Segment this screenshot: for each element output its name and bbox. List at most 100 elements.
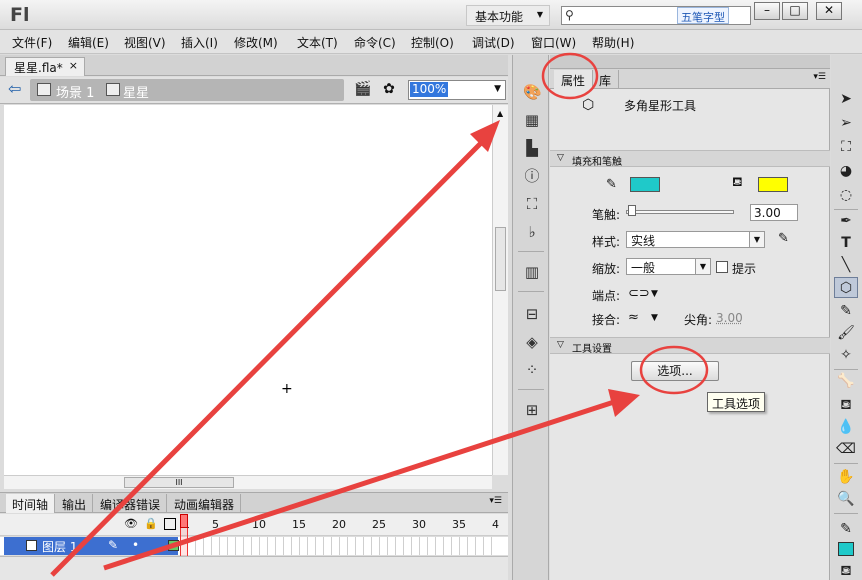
selection-tool-icon[interactable]: ➤ (834, 89, 858, 110)
transform-icon[interactable]: ⛶ (523, 195, 541, 213)
color-icon[interactable]: 🎨 (523, 83, 542, 101)
vertical-scrollbar[interactable]: ▲ (492, 105, 508, 475)
stroke-color-tool-icon[interactable]: ✎ (834, 519, 858, 540)
library-icon[interactable]: ▥ (523, 263, 541, 281)
polystar-tool-icon[interactable]: ⬡ (834, 277, 858, 298)
maximize-button[interactable]: □ (782, 2, 808, 20)
layer-row[interactable]: 图层 1 ✎ • (0, 537, 508, 555)
swatches-icon[interactable]: ▦ (523, 111, 541, 129)
properties-panel: 属性 库 ▾☰ ⬡ 多角星形工具 ▽ 填充和笔触 ✎ ⛾ 笔触: 3.00 样式… (550, 55, 830, 580)
lasso-tool-icon[interactable]: ◌ (834, 185, 858, 206)
edit-symbol-icon[interactable]: ✿ (378, 81, 400, 99)
section-tool-settings[interactable]: ▽ 工具设置 (550, 337, 830, 355)
line-tool-icon[interactable]: ╲ (834, 255, 858, 276)
eraser-tool-icon[interactable]: ⌫ (834, 439, 858, 460)
close-button[interactable]: ✕ (816, 2, 842, 20)
deco-tool-icon[interactable]: ✧ (834, 345, 858, 366)
scroll-up-icon[interactable]: ▲ (497, 109, 503, 118)
frame-track[interactable] (180, 537, 494, 555)
menu-control[interactable]: 控制(O) (411, 34, 454, 51)
components-icon[interactable]: ⊟ (523, 305, 541, 323)
zoom-select[interactable]: 100% ▼ (408, 80, 506, 100)
info-icon[interactable]: ⓘ (523, 167, 541, 185)
paint-bucket-tool-icon[interactable]: ⛾ (834, 395, 858, 416)
menu-debug[interactable]: 调试(D) (472, 34, 515, 51)
pen-tool-icon[interactable]: ✒ (834, 211, 858, 232)
tab-timeline[interactable]: 时间轴 (6, 494, 56, 513)
subselection-tool-icon[interactable]: ➢ (834, 113, 858, 134)
menu-commands[interactable]: 命令(C) (354, 34, 396, 51)
menu-edit[interactable]: 编辑(E) (68, 34, 109, 51)
menu-insert[interactable]: 插入(I) (181, 34, 218, 51)
3d-icon[interactable]: ◈ (523, 333, 541, 351)
chevron-down-icon[interactable]: ▼ (651, 311, 658, 325)
menu-window[interactable]: 窗口(W) (531, 34, 576, 51)
tab-motion-editor[interactable]: 动画编辑器 (168, 494, 242, 513)
menu-modify[interactable]: 修改(M) (234, 34, 278, 51)
scroll-thumb[interactable] (495, 227, 506, 291)
fill-color-swatch-icon[interactable] (834, 539, 858, 560)
playhead-handle[interactable] (180, 514, 188, 528)
project-icon[interactable]: ⊞ (523, 401, 541, 419)
breadcrumb-symbol[interactable]: 星星 (123, 82, 149, 101)
chevron-down-icon[interactable]: ▼ (651, 287, 658, 301)
history-icon[interactable]: ♭ (523, 223, 541, 241)
workspace-switcher[interactable]: 基本功能 ▼ (466, 5, 550, 26)
eye-icon[interactable]: 👁 (124, 518, 138, 530)
menu-text[interactable]: 文本(T) (297, 34, 338, 51)
document-tab[interactable]: 星星.fla* × (5, 57, 85, 76)
frame-number: 20 (332, 518, 346, 531)
section-fill-stroke[interactable]: ▽ 填充和笔触 (550, 150, 830, 168)
layer-color-icon[interactable] (168, 540, 179, 551)
ime-indicator[interactable]: 五笔字型 (677, 7, 729, 24)
pencil-tool-icon[interactable]: ✎ (834, 301, 858, 322)
tab-compiler-errors[interactable]: 编译器错误 (94, 494, 168, 513)
motion-icon[interactable]: ⁘ (523, 361, 541, 379)
chevron-down-icon: ▼ (536, 10, 543, 19)
minimize-button[interactable]: – (754, 2, 780, 20)
hand-tool-icon[interactable]: ✋ (834, 467, 858, 488)
3d-rotation-tool-icon[interactable]: ◕ (834, 161, 858, 182)
close-icon[interactable]: × (69, 59, 78, 72)
visibility-dot-icon[interactable]: • (132, 538, 139, 552)
brush-tool-icon[interactable]: 🖌 (834, 323, 858, 344)
stroke-width-field[interactable]: 3.00 (750, 204, 798, 221)
round-join-icon[interactable]: ≈ (628, 311, 639, 325)
stroke-slider-track[interactable] (626, 210, 734, 214)
outline-icon[interactable] (164, 518, 176, 530)
back-arrow-icon[interactable]: ⇦ (8, 80, 21, 98)
bone-tool-icon[interactable]: 🦴 (834, 371, 858, 392)
breadcrumb-scene[interactable]: 场景 1 (56, 82, 94, 101)
eyedropper-tool-icon[interactable]: 💧 (834, 417, 858, 438)
panel-menu-icon[interactable]: ▾☰ (489, 496, 502, 506)
edit-stroke-style-icon[interactable]: ✎ (778, 232, 789, 246)
collapse-triangle-icon: ▽ (557, 153, 564, 163)
fill-color-swatch[interactable] (758, 177, 788, 192)
zoom-tool-icon[interactable]: 🔍 (834, 489, 858, 510)
panel-menu-icon[interactable]: ▾☰ (813, 72, 826, 82)
scroll-thumb[interactable]: III (124, 477, 234, 488)
menu-help[interactable]: 帮助(H) (592, 34, 634, 51)
text-tool-icon[interactable]: T (834, 233, 858, 254)
stage-canvas[interactable]: + (4, 105, 492, 475)
layer-item[interactable]: 图层 1 ✎ • (4, 537, 179, 555)
tab-library[interactable]: 库 (592, 70, 620, 89)
menu-bar: 文件(F) 编辑(E) 视图(V) 插入(I) 修改(M) 文本(T) 命令(C… (0, 30, 862, 54)
stroke-color-swatch[interactable] (630, 177, 660, 192)
horizontal-scrollbar[interactable]: III (4, 475, 492, 489)
lock-icon[interactable]: 🔒 (144, 518, 158, 530)
round-cap-icon[interactable]: ⊂⊃ (628, 287, 650, 301)
stroke-slider-thumb[interactable] (628, 205, 636, 216)
edit-scene-icon[interactable]: 🎬 (352, 81, 374, 99)
menu-file[interactable]: 文件(F) (12, 34, 52, 51)
style-select[interactable]: 实线 ▼ (626, 231, 765, 248)
tab-properties[interactable]: 属性 (554, 70, 594, 89)
hint-checkbox[interactable] (716, 261, 728, 273)
fill-bucket-tool-icon[interactable]: ⛾ (834, 561, 858, 580)
free-transform-tool-icon[interactable]: ⛶ (834, 137, 858, 158)
scale-select[interactable]: 一般 ▼ (626, 258, 711, 275)
options-button[interactable]: 选项... (631, 361, 719, 381)
menu-view[interactable]: 视图(V) (124, 34, 166, 51)
align-icon[interactable]: ▙ (523, 139, 541, 157)
tab-output[interactable]: 输出 (56, 494, 94, 513)
